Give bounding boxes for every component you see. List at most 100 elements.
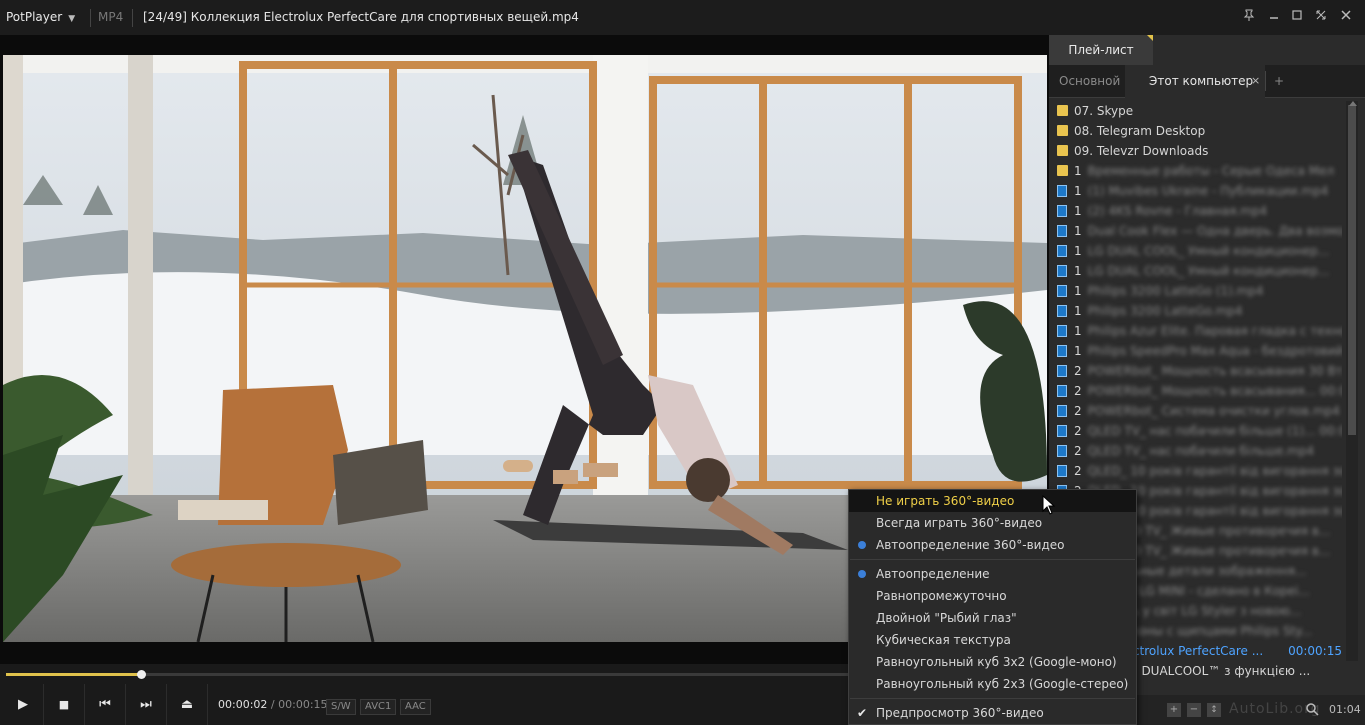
divider [1265,71,1266,91]
menu-item-label: Равноугольный куб 2x3 (Google-стерео) [876,677,1129,691]
menu-separator [850,559,1135,560]
menu-item[interactable]: Равнопромежуточно [849,585,1136,607]
maximize-icon[interactable] [1288,8,1306,26]
divider [132,9,133,27]
list-item[interactable]: 1 LG DUAL COOL_ Умный кондиционер... [1057,241,1342,261]
search-icon[interactable] [1305,702,1319,719]
tab-main[interactable]: Основной [1059,65,1120,97]
folder-item[interactable]: 1 Временные работы - Серые Одеса Мел [1057,161,1342,181]
list-item-label: 07. Skype [1074,104,1134,118]
list-item-blurred-text: LG DUAL COOL_ Умный кондиционер... [1087,264,1330,278]
video-file-icon [1057,185,1067,197]
sort-icon[interactable]: ↕ [1207,703,1221,717]
menu-item[interactable]: Не играть 360°-видео [849,490,1136,512]
list-item-label: 1 [1074,264,1082,278]
menu-item-label: Кубическая текстура [876,633,1011,647]
list-item-label: 1 [1074,304,1082,318]
menu-item[interactable]: Двойной "Рыбий глаз" [849,607,1136,629]
list-item-duration: 00:00:15 [1288,644,1342,658]
video-file-icon [1057,245,1067,257]
list-item[interactable]: 1 Philips Azur Elite. Паровая гладка с те… [1057,321,1342,341]
radio-selected-icon [858,541,866,549]
list-item-blurred-text: (1) Muvibes Ukraine - Публикации.mp4 [1087,184,1329,198]
list-item[interactable]: 2 QLED TV_ нас побачили більше.mp4 [1057,441,1342,461]
time-display[interactable]: 00:00:02 / 00:00:15 [218,684,328,725]
menu-separator [850,698,1135,699]
time-separator: / [270,698,275,711]
remove-icon[interactable]: − [1187,703,1201,717]
close-tab-icon[interactable]: × [1251,65,1260,97]
folder-item[interactable]: 07. Skype [1057,101,1342,121]
menu-item-label: Не играть 360°-видео [876,494,1015,508]
list-item-blurred-text: Временные работы - Серые Одеса Мел [1087,164,1335,178]
folder-item[interactable]: 08. Telegram Desktop [1057,121,1342,141]
format-label: MP4 [98,10,124,24]
seek-handle[interactable] [136,670,146,679]
app-menu-button[interactable]: PotPlayer ▼ [6,0,75,35]
list-item[interactable]: 2 POWERbot_ Мощность всасывания 30 Вт... [1057,361,1342,381]
menu-item[interactable]: Автоопределение 360°-видео [849,534,1136,556]
list-item[interactable]: 1 Dual Cook Flex — Одна дверь. Два возмож… [1057,221,1342,241]
list-item-label: 1 [1074,324,1082,338]
list-item-label: 2 [1074,424,1082,438]
folder-item[interactable]: 09. Televzr Downloads [1057,141,1342,161]
list-item-blurred-text: QLED_ 10 років гарантії від вигорання зо… [1087,464,1342,478]
menu-item-label: Автоопределение [876,567,990,581]
previous-icon[interactable]: ⏮ [85,684,126,725]
scroll-up-icon[interactable] [1349,101,1357,106]
list-item[interactable]: 1 Philips SpeedPro Max Aqua - бездротовий… [1057,341,1342,361]
add-tab-button[interactable]: + [1274,65,1284,97]
audio-codec-badge[interactable]: AAC [400,699,431,715]
divider [90,9,91,27]
menu-item[interactable]: Кубическая текстура [849,629,1136,651]
menu-item[interactable]: Всегда играть 360°-видео [849,512,1136,534]
folder-icon [1057,145,1068,156]
chevron-down-icon: ▼ [68,14,76,24]
list-item-blurred-text: (2) 4KS Rovne - Главная.mp4 [1087,204,1268,218]
video-file-icon [1057,325,1067,337]
menu-item[interactable]: ✔ Предпросмотр 360°-видео [849,702,1136,724]
list-item[interactable]: 1 Philips 3200 LatteGo.mp4 [1057,301,1342,321]
decoder-badge[interactable]: S/W [326,699,356,715]
list-item[interactable]: 1 LG DUAL COOL_ Умный кондиционер... [1057,261,1342,281]
video-file-icon [1057,205,1067,217]
list-item[interactable]: 1 (1) Muvibes Ukraine - Публикации.mp4 [1057,181,1342,201]
playlist-total-time: 01:04 [1329,703,1361,716]
eject-icon[interactable]: ⏏ [167,684,208,725]
menu-item[interactable]: Равноугольный куб 3x2 (Google-моно) [849,651,1136,673]
checkmark-icon: ✔ [857,706,868,720]
next-icon[interactable]: ⏭ [126,684,167,725]
add-icon[interactable]: + [1167,703,1181,717]
fullscreen-icon[interactable] [1312,8,1330,26]
menu-item-label: Двойной "Рыбий глаз" [876,611,1017,625]
tab-playlist[interactable]: Плей-лист [1049,35,1153,65]
list-item-blurred-text: POWERbot_ Мощность всасывания... 00:00:1… [1087,384,1342,398]
menu-item[interactable]: Автоопределение [849,563,1136,585]
list-item-blurred-text: QLED TV_ нас побачили більше (1)... 00:0… [1087,424,1342,438]
list-item-blurred-text: Philips Azur Elite. Паровая гладка с тех… [1087,324,1342,338]
list-item[interactable]: 2 QLED_ 10 років гарантії від вигорання з… [1057,461,1342,481]
list-item-label: 1 [1074,284,1082,298]
minimize-icon[interactable] [1265,8,1283,26]
pin-icon[interactable] [1240,8,1258,26]
menu-item-label: Всегда играть 360°-видео [876,516,1043,530]
tab-this-computer[interactable]: Этот компьютер [1149,65,1253,97]
folder-icon [1057,125,1068,136]
scrollbar-thumb[interactable] [1348,105,1356,435]
list-item[interactable]: 1 Philips 3200 LatteGo (1).mp4 [1057,281,1342,301]
list-item-label: 1 [1074,184,1082,198]
menu-item[interactable]: Равноугольный куб 2x3 (Google-стерео) [849,673,1136,695]
list-item[interactable]: 2 POWERbot_ Мощность всасывания... 00:00:… [1057,381,1342,401]
list-item[interactable]: 2 QLED TV_ нас побачили більше (1)... 00:… [1057,421,1342,441]
list-item[interactable]: 2 POWERbot_ Система очистки углов.mp4 [1057,401,1342,421]
list-item-blurred-text: POWERbot_ Мощность всасывания 30 Вт... [1087,364,1342,378]
total-time: 00:00:15 [278,698,328,711]
video-file-icon [1057,305,1067,317]
list-item-label: 1 [1074,344,1082,358]
close-icon[interactable] [1337,8,1355,26]
current-time: 00:00:02 [218,698,268,711]
video-codec-badge[interactable]: AVC1 [360,699,397,715]
stop-icon[interactable]: ■ [44,684,85,725]
play-icon[interactable]: ▶ [3,684,44,725]
list-item[interactable]: 1 (2) 4KS Rovne - Главная.mp4 [1057,201,1342,221]
